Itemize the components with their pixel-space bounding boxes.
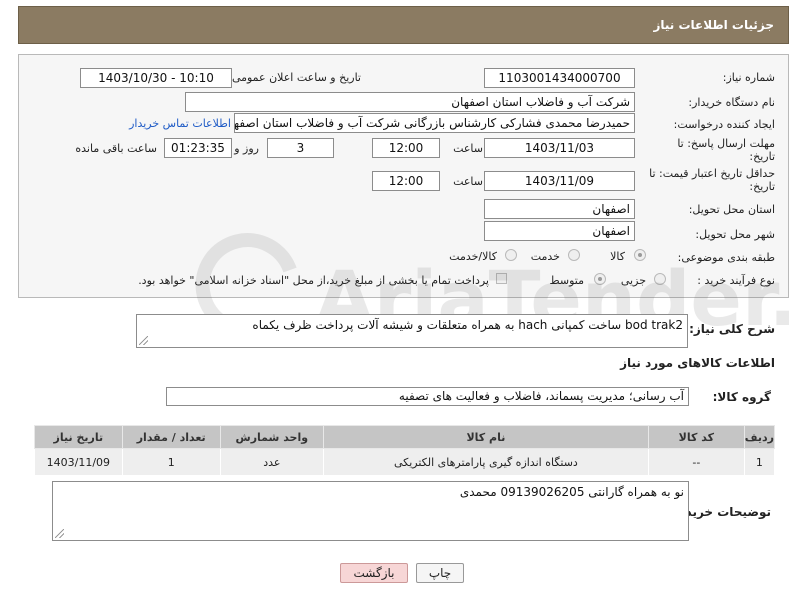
province-label: استان محل تحویل:	[688, 203, 775, 216]
category-option-service: خدمت	[530, 250, 560, 263]
resize-handle-icon[interactable]	[139, 336, 148, 345]
announce-date-field: 1403/10/30 - 10:10	[80, 68, 232, 88]
col-header-unit: واحد شمارش	[219, 425, 324, 449]
process-option-medium: متوسط	[549, 274, 584, 287]
cell-quantity: 1	[121, 448, 221, 476]
buyer-contact-link[interactable]: اطلاعات تماس خریدار	[129, 117, 231, 130]
remaining-time-field: 01:23:35	[164, 138, 232, 158]
buyer-org-field: شرکت آب و فاضلاب استان اصفهان	[185, 92, 635, 112]
col-header-item-name: نام کالا	[322, 425, 649, 449]
cell-item-name: دستگاه اندازه گیری پارامترهای الکتریکی	[322, 448, 649, 476]
col-header-row-number: ردیف	[743, 425, 776, 449]
goods-group-label: گروه کالا:	[712, 390, 771, 404]
remaining-days-label: روز و	[234, 142, 259, 155]
reply-deadline-label: مهلت ارسال پاسخ: تا تاریخ:	[677, 137, 775, 163]
requester-field: حمیدرضا محمدی فشارکی کارشناس بازرگانی شر…	[234, 113, 635, 133]
goods-table-header-row: ردیف کد کالا نام کالا واحد شمارش تعداد /…	[34, 425, 776, 449]
announce-date-label: تاریخ و ساعت اعلان عمومی:	[228, 71, 361, 84]
reply-deadline-time-field: 12:00	[372, 138, 440, 158]
col-header-item-code: کد کالا	[647, 425, 745, 449]
reply-deadline-time-label: ساعت	[453, 142, 483, 155]
buyer-notes-text: نو به همراه گارانتی 09139026205 محمدی	[459, 485, 684, 499]
price-validity-label: حداقل تاریخ اعتبار قیمت: تا تاریخ:	[649, 167, 775, 193]
city-field: اصفهان	[484, 221, 635, 241]
goods-group-field: آب رسانی؛ مدیریت پسماند، فاضلاب و فعالیت…	[166, 387, 689, 406]
table-row: 1 -- دستگاه اندازه گیری پارامترهای الکتر…	[34, 448, 776, 476]
process-radio-medium[interactable]	[594, 273, 606, 285]
resize-handle-icon[interactable]	[55, 529, 64, 538]
requester-label: ایجاد کننده درخواست:	[673, 118, 775, 131]
cell-row-number: 1	[743, 448, 776, 476]
price-validity-date-field: 1403/11/09	[484, 171, 635, 191]
process-type-label: نوع فرآیند خرید :	[697, 274, 775, 287]
description-textarea[interactable]: bod trak2 ساخت کمپانی hach به همراه متعل…	[136, 314, 688, 348]
cell-need-date: 1403/11/09	[34, 448, 123, 476]
goods-table-wrapper: ردیف کد کالا نام کالا واحد شمارش تعداد /…	[34, 425, 776, 476]
description-label: شرح کلی نیاز:	[689, 322, 775, 336]
reply-deadline-label-line2: تاریخ:	[749, 150, 775, 163]
price-validity-label-line2: تاریخ:	[749, 180, 775, 193]
col-header-need-date: تاریخ نیاز	[34, 425, 123, 449]
back-button[interactable]: بازگشت	[340, 563, 408, 583]
city-label: شهر محل تحویل:	[695, 228, 775, 241]
category-radio-service[interactable]	[568, 249, 580, 261]
category-label: طبقه بندی موضوعی:	[677, 251, 775, 264]
description-text: bod trak2 ساخت کمپانی hach به همراه متعل…	[252, 318, 683, 332]
goods-section-title: اطلاعات کالاهای مورد نیاز	[620, 356, 775, 370]
price-validity-time-field: 12:00	[372, 171, 440, 191]
cell-item-code: --	[647, 448, 745, 476]
remaining-days-field: 3	[267, 138, 334, 158]
need-number-label: شماره نیاز:	[722, 71, 775, 84]
buyer-notes-textarea[interactable]: نو به همراه گارانتی 09139026205 محمدی	[52, 481, 689, 541]
treasury-payment-checkbox[interactable]	[496, 273, 507, 284]
reply-deadline-date-field: 1403/11/03	[484, 138, 635, 158]
need-number-field: 1103001434000700	[484, 68, 635, 88]
price-validity-time-label: ساعت	[453, 175, 483, 188]
category-option-goods-service: کالا/خدمت	[449, 250, 497, 263]
buyer-org-label: نام دستگاه خریدار:	[688, 96, 775, 109]
price-validity-label-line1: حداقل تاریخ اعتبار قیمت: تا	[649, 167, 775, 180]
category-radio-goods-service[interactable]	[505, 249, 517, 261]
province-field: اصفهان	[484, 199, 635, 219]
print-button[interactable]: چاپ	[416, 563, 464, 583]
page-header: جزئیات اطلاعات نیاز	[18, 6, 789, 44]
category-radio-goods[interactable]	[634, 249, 646, 261]
remaining-time-label: ساعت باقی مانده	[75, 142, 157, 155]
category-option-goods: کالا	[610, 250, 625, 263]
cell-unit: عدد	[219, 448, 324, 476]
treasury-payment-note: پرداخت تمام یا بخشی از مبلغ خرید،از محل …	[138, 274, 489, 287]
col-header-quantity: تعداد / مقدار	[121, 425, 221, 449]
goods-table: ردیف کد کالا نام کالا واحد شمارش تعداد /…	[34, 425, 776, 476]
page-title: جزئیات اطلاعات نیاز	[653, 18, 774, 32]
reply-deadline-label-line1: مهلت ارسال پاسخ: تا	[677, 137, 775, 150]
process-option-minor: جزیی	[620, 274, 646, 287]
process-radio-minor[interactable]	[654, 273, 666, 285]
